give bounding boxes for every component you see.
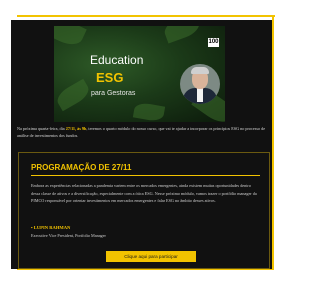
- leaf-decoration: [161, 26, 203, 44]
- course-banner: 100 Education ESG para Gestoras: [54, 26, 225, 122]
- frame-top-border: [17, 15, 275, 17]
- participate-button[interactable]: Clique aqui para participar: [106, 251, 196, 262]
- speaker-name: • LUPIN RAHMAN: [31, 225, 71, 230]
- program-divider: [31, 175, 260, 176]
- intro-paragraph: Na próxima quarta-feira, dia 27/11, às 9…: [17, 125, 267, 139]
- banner-title: Education: [90, 53, 144, 67]
- program-title: PROGRAMAÇÃO DE 27/11: [31, 163, 132, 172]
- photo-shirt: [197, 88, 203, 102]
- intro-text-before: Na próxima quarta-feira, dia: [17, 126, 66, 131]
- speaker-role: Executive Vice President, Portfolio Mana…: [31, 233, 106, 238]
- brand-logo: 100: [208, 38, 219, 47]
- photo-hair: [191, 67, 209, 74]
- speaker-photo: [180, 64, 220, 104]
- leaf-decoration: [54, 78, 93, 112]
- email-body: 100 Education ESG para Gestoras Na próxi…: [11, 20, 272, 269]
- banner-subtitle: para Gestoras: [91, 90, 136, 97]
- intro-date-highlight: 27/11, às 9h: [65, 126, 87, 131]
- frame-right-border: [272, 15, 274, 270]
- program-section: PROGRAMAÇÃO DE 27/11 Embora as experiênc…: [18, 152, 270, 269]
- leaf-decoration: [54, 26, 87, 50]
- banner-title-highlight: ESG: [96, 70, 124, 85]
- program-description: Embora as experiências relacionadas a pa…: [31, 183, 257, 203]
- leaf-decoration: [132, 101, 166, 122]
